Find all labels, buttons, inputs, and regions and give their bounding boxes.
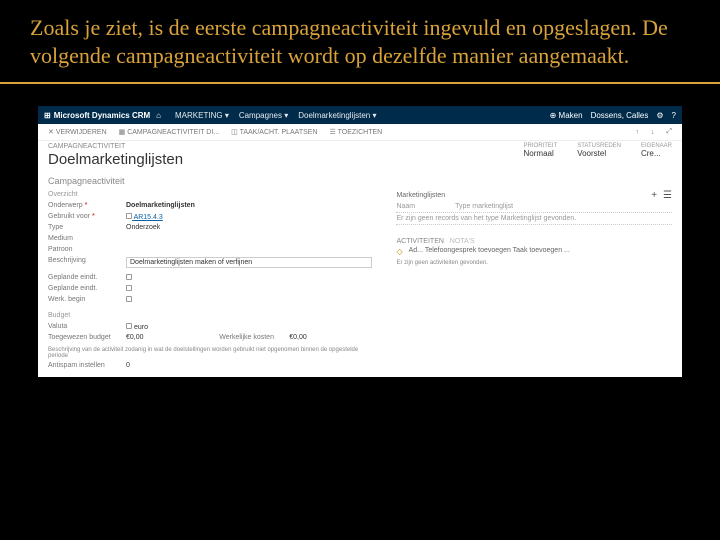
field-begindatum[interactable] — [126, 274, 372, 284]
brand-name: Microsoft Dynamics CRM — [54, 111, 150, 120]
section-note: Beschrijving van de activiteit zodanig i… — [48, 345, 372, 361]
lock-icon — [126, 274, 132, 280]
label-toegewezen: Toegewezen budget — [48, 334, 126, 344]
label-valuta: Valuta — [48, 323, 126, 333]
nav-marketing[interactable]: MARKETING ▾ — [175, 111, 229, 120]
label-onderwerp: Onderwerp — [48, 202, 83, 209]
help-icon[interactable]: ? — [672, 111, 676, 120]
section-title: Campagneactiviteit — [48, 176, 672, 186]
field-antispam[interactable]: 0 — [126, 362, 372, 372]
field-medium[interactable] — [126, 235, 372, 245]
record-header: CAMPAGNEACTIVITEIT Doelmarketinglijsten … — [38, 141, 682, 172]
mlist-empty: Er zijn geen records van het type Market… — [396, 213, 672, 225]
gear-icon[interactable]: ⚙ — [656, 111, 663, 120]
field-einddatum[interactable] — [126, 285, 372, 295]
related-activities-tab[interactable]: ACTIVITEITEN — [396, 238, 443, 245]
cmd-up-icon[interactable]: ↑ — [635, 129, 639, 136]
mlist-menu-icon[interactable]: ☰ — [663, 190, 672, 201]
related-none: Er zijn geen activiteiten gevonden. — [396, 258, 672, 268]
cmd-expand-icon[interactable]: ⤢ — [666, 128, 672, 136]
field-gebruikt[interactable]: AR15.4.3 — [126, 213, 372, 223]
label-werkelijke: Werkelijke kosten — [219, 334, 289, 344]
label-patroon: Patroon — [48, 246, 126, 256]
logo-icon: ⊞ — [44, 111, 51, 120]
label-begindatum: Geplande eindt. — [48, 274, 126, 284]
overview-label: Overzicht — [48, 191, 78, 201]
label-antispam: Antispam instellen — [48, 362, 126, 372]
field-valuta[interactable]: euro — [126, 323, 372, 333]
user-name[interactable]: Dossens, Calles — [591, 111, 649, 120]
label-einddatum: Geplande eindt. — [48, 285, 126, 295]
cmd-supervise[interactable]: ☰ TOEZICHTEN — [330, 128, 383, 136]
related-item[interactable]: Ad... Telefoongesprek toevoegen Taak toe… — [396, 247, 672, 256]
label-werkbegin: Werk. begin — [48, 296, 126, 306]
home-icon[interactable]: ⌂ — [156, 111, 161, 120]
mlist-col-type: Type marketinglijst — [455, 203, 513, 210]
create-button[interactable]: ⊕ Maken — [550, 111, 583, 120]
label-medium: Medium — [48, 235, 126, 245]
crm-screenshot: ⊞ Microsoft Dynamics CRM ⌂ MARKETING ▾ C… — [38, 106, 682, 377]
related-notes-tab[interactable]: NOTA'S — [450, 238, 475, 245]
nav-doelmarketing[interactable]: Doelmarketinglijsten ▾ — [298, 111, 376, 120]
field-werkelijke[interactable]: €0,00 — [289, 334, 372, 344]
command-bar: ✕ VERWIJDEREN ▦ CAMPAGNEACTIVITEIT DI...… — [38, 124, 682, 141]
crm-brand: ⊞ Microsoft Dynamics CRM — [44, 111, 150, 120]
lock-icon — [126, 285, 132, 291]
label-beschrijving: Beschrijving — [48, 257, 126, 268]
crm-global-nav: ⊞ Microsoft Dynamics CRM ⌂ MARKETING ▾ C… — [38, 106, 682, 124]
mlist-title: Marketinglijsten — [396, 192, 445, 199]
field-werkbegin[interactable] — [126, 296, 372, 306]
header-field-owner: EIGENAAR Cre... — [641, 143, 672, 168]
lock-icon — [126, 213, 132, 219]
label-type: Type — [48, 224, 126, 234]
nav-campaigns[interactable]: Campagnes ▾ — [239, 111, 288, 120]
field-patroon[interactable] — [126, 246, 372, 256]
budget-label: Budget — [48, 312, 70, 322]
record-type: CAMPAGNEACTIVITEIT — [48, 143, 524, 150]
cmd-task[interactable]: ◫ TAAK/ACHT. PLAATSEN — [231, 128, 317, 136]
field-toegewezen[interactable]: €0,00 — [126, 334, 209, 344]
label-gebruikt: Gebruikt voor — [48, 213, 90, 220]
form-left-column: Overzicht Onderwerp* Doelmarketinglijste… — [48, 190, 372, 373]
field-type[interactable]: Onderzoek — [126, 224, 372, 234]
mlist-col-name: Naam — [396, 203, 415, 210]
cmd-activity[interactable]: ▦ CAMPAGNEACTIVITEIT DI... — [119, 128, 219, 136]
header-field-priority: PRIORITEIT Normaal — [524, 143, 558, 168]
lock-icon — [126, 323, 132, 329]
cmd-down-icon[interactable]: ↓ — [651, 129, 655, 136]
header-field-status: STATUSREDEN Voorstel — [577, 143, 621, 168]
lock-icon — [126, 296, 132, 302]
form-right-column: Marketinglijsten + ☰ Naam Type marketing… — [396, 190, 672, 373]
mlist-add-icon[interactable]: + — [651, 190, 657, 201]
field-onderwerp[interactable]: Doelmarketinglijsten — [126, 202, 372, 212]
slide-caption: Zoals je ziet, is de eerste campagneacti… — [0, 0, 720, 84]
cmd-delete[interactable]: ✕ VERWIJDEREN — [48, 128, 107, 136]
field-beschrijving[interactable]: Doelmarketinglijsten maken of verfijnen — [126, 257, 372, 268]
record-title: Doelmarketinglijsten — [48, 151, 524, 168]
